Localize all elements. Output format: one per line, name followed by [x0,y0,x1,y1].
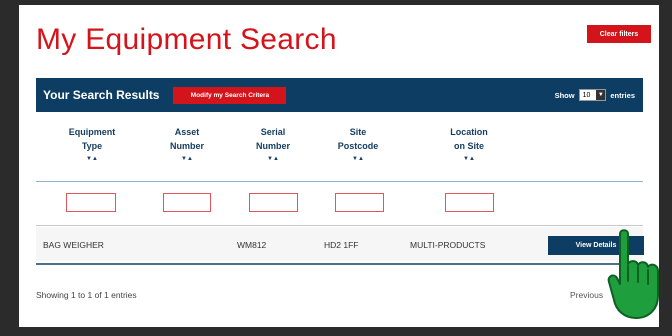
entries-label: entries [610,90,635,100]
pointing-hand-icon [607,229,659,319]
entries-per-page-select[interactable]: 10 ▼ [578,89,607,101]
page-title: My Equipment Search [36,23,337,56]
filter-serial-number-input[interactable] [249,193,298,212]
sort-arrows-icon[interactable]: ▼▲ [170,154,204,164]
column-header-line: Site [349,127,367,137]
show-entries-control: Show 10 ▼ entries [555,89,635,101]
filter-divider [36,225,643,226]
results-header-bar: Your Search Results Modify my Search Cri… [36,78,643,112]
filter-asset-number-input[interactable] [163,193,211,212]
column-header-serial-number[interactable]: Serial Number ▼▲ [256,125,290,164]
column-header-site-postcode[interactable]: Site Postcode ▼▲ [338,125,379,164]
entries-select-value: 10 [582,91,591,99]
results-title: Your Search Results [43,88,160,102]
sort-arrows-icon[interactable]: ▼▲ [450,154,488,164]
cell-equipment-type: BAG WEIGHER [43,240,104,250]
column-header-line: Number [255,141,291,151]
sort-arrows-icon[interactable]: ▼▲ [256,154,290,164]
filter-location-on-site-input[interactable] [445,193,494,212]
equipment-search-panel: My Equipment Search Clear filters Your S… [19,5,659,327]
column-header-line: Equipment [68,127,116,137]
column-header-equipment-type[interactable]: Equipment Type ▼▲ [69,125,116,164]
cell-site-postcode: HD2 1FF [324,240,359,250]
filter-site-postcode-input[interactable] [335,193,384,212]
header-divider [36,181,643,182]
column-header-asset-number[interactable]: Asset Number ▼▲ [170,125,204,164]
chevron-down-icon[interactable]: ▼ [596,90,606,100]
show-label: Show [554,90,575,100]
column-header-line: Number [169,141,205,151]
sort-arrows-icon[interactable]: ▼▲ [338,154,379,164]
cell-location-on-site: MULTI-PRODUCTS [410,240,486,250]
column-header-line: Postcode [337,141,379,151]
clear-filters-button[interactable]: Clear filters [587,25,651,43]
column-header-location-on-site[interactable]: Location on Site ▼▲ [450,125,488,164]
entries-info: Showing 1 to 1 of 1 entries [36,290,137,300]
column-header-line: Asset [174,127,200,137]
modify-search-button[interactable]: Modify my Search Critera [173,86,287,104]
column-header-line: Type [81,141,103,151]
column-header-line: Location [450,127,488,137]
column-header-line: Serial [260,127,286,137]
filter-equipment-type-input[interactable] [66,193,116,212]
sort-arrows-icon[interactable]: ▼▲ [69,154,116,164]
table-bottom-divider [36,263,643,265]
column-header-line: on Site [453,141,484,151]
previous-page-link[interactable]: Previous [570,290,603,300]
cell-serial-number: WM812 [237,240,267,250]
